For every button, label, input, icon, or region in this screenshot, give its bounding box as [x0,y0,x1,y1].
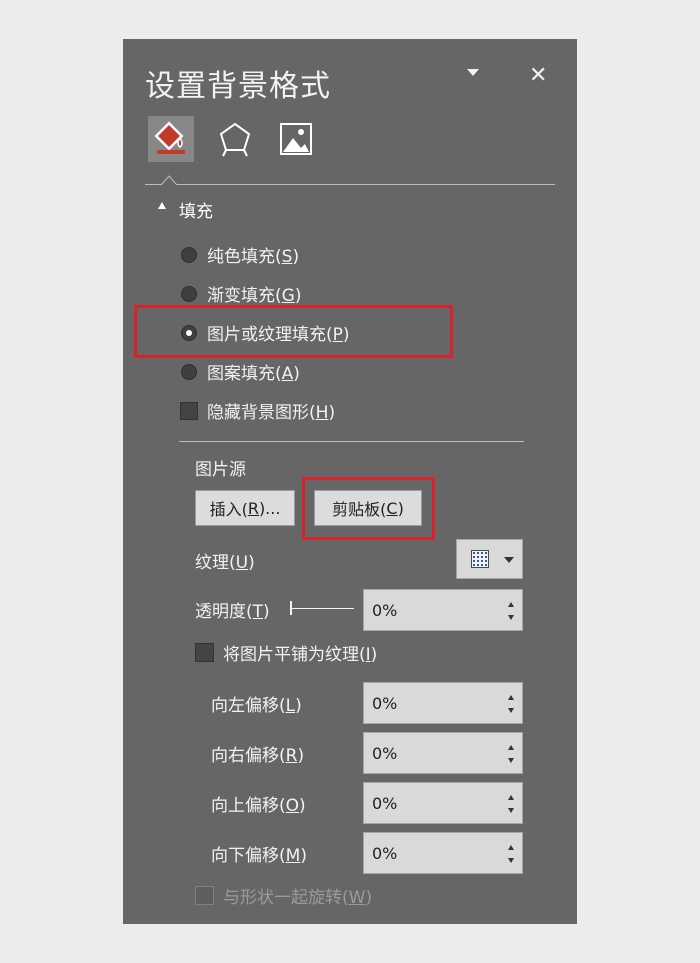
radio-gradient-fill-label: 渐变填充(G) [207,286,302,306]
pane-options-dropdown[interactable] [467,69,479,76]
offset-left-spinner [363,682,523,724]
clipboard-button[interactable]: 剪贴板(C) [314,490,422,526]
offset-left-input[interactable] [372,691,492,715]
close-button[interactable]: ✕ [529,63,547,88]
spin-up-icon[interactable] [508,795,514,800]
fill-bucket-icon [154,121,185,154]
picture-source-title: 图片源 [195,460,246,480]
radio-pattern-fill-label: 图案填充(A) [207,364,300,384]
offset-top-spinner [363,782,523,824]
chevron-down-icon [504,557,514,563]
rotate-with-shape-checkbox[interactable] [195,886,214,905]
pentagon-effects-icon [219,122,251,157]
fill-section-title[interactable]: 填充 [179,197,213,222]
offset-top-input[interactable] [372,791,492,815]
tab-fill[interactable] [148,116,194,162]
texture-dropdown[interactable] [456,539,523,579]
transparency-slider-thumb[interactable] [290,601,292,615]
hide-background-checkbox[interactable] [180,402,198,420]
radio-picture-fill-label: 图片或纹理填充(P) [207,325,350,345]
spin-up-icon[interactable] [508,745,514,750]
format-background-pane: 设置背景格式 ✕ 填充 纯色填充(S) 渐变填充(G) 图片或纹理填充(P) 图… [123,39,577,924]
section-collapse-arrow[interactable] [158,202,166,209]
transparency-label: 透明度(T) [195,602,270,622]
offset-top-label: 向上偏移(O) [211,796,306,816]
spin-down-icon[interactable] [508,708,514,713]
tab-picture[interactable] [273,116,319,162]
offset-right-spinner [363,732,523,774]
rotate-with-shape-label: 与形状一起旋转(W) [223,888,373,908]
texture-swatch-icon [471,550,489,568]
offset-bottom-spinner [363,832,523,874]
hide-background-label: 隐藏背景图形(H) [207,403,336,423]
spin-up-icon[interactable] [508,845,514,850]
radio-solid-fill-label: 纯色填充(S) [207,247,300,267]
texture-label: 纹理(U) [195,553,255,573]
spin-down-icon[interactable] [508,858,514,863]
offset-right-label: 向右偏移(R) [211,746,305,766]
radio-picture-fill-button[interactable] [181,325,197,341]
tab-effects[interactable] [212,116,258,162]
radio-solid-fill-button[interactable] [181,247,197,263]
spin-up-icon[interactable] [508,695,514,700]
transparency-input[interactable] [372,598,492,622]
tab-divider [145,184,555,185]
active-tab-pointer [161,175,177,186]
spin-down-icon[interactable] [508,808,514,813]
tile-texture-label: 将图片平铺为纹理(I) [223,645,378,665]
tile-texture-checkbox[interactable] [195,643,214,662]
offset-left-label: 向左偏移(L) [211,696,302,716]
offset-bottom-label: 向下偏移(M) [211,846,307,866]
transparency-spinner [363,589,523,631]
radio-gradient-fill-button[interactable] [181,286,197,302]
offset-bottom-input[interactable] [372,841,492,865]
spin-up-icon[interactable] [508,602,514,607]
insert-button[interactable]: 插入(R)... [195,490,295,526]
pane-title: 设置背景格式 [145,69,331,104]
spin-down-icon[interactable] [508,615,514,620]
transparency-slider[interactable] [292,608,354,609]
offset-right-input[interactable] [372,741,492,765]
spin-down-icon[interactable] [508,758,514,763]
radio-pattern-fill-button[interactable] [181,364,197,380]
picture-icon [280,123,312,155]
section-divider [179,441,524,442]
